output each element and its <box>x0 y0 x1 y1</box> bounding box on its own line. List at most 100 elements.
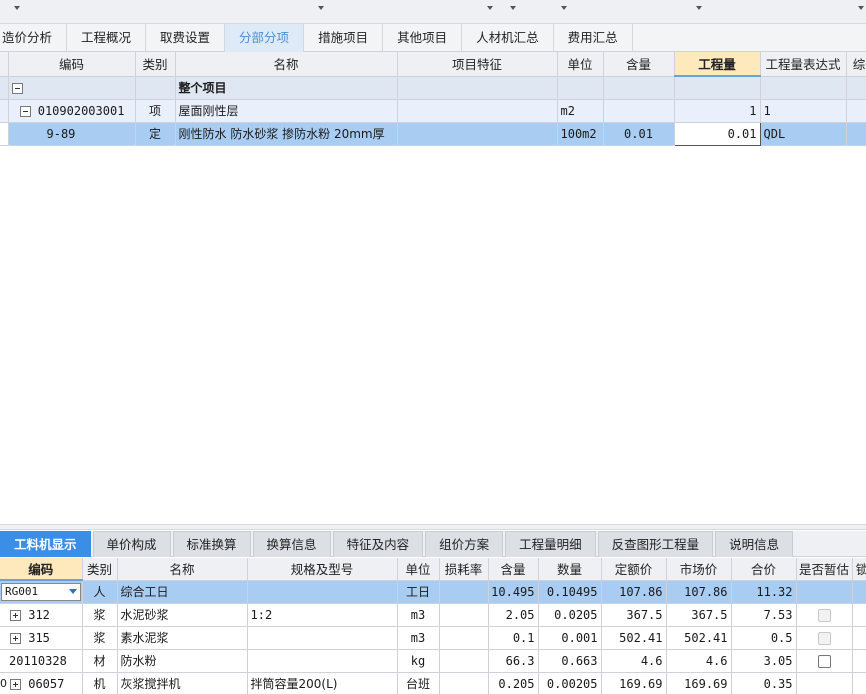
tab-labor-material-display[interactable]: 工料机显示 <box>0 531 91 557</box>
row-quantity-expr[interactable]: QDL <box>760 122 847 146</box>
header-type[interactable]: 类别 <box>135 52 176 77</box>
row-code[interactable]: 06057 <box>0 672 83 694</box>
header-type[interactable]: 类别 <box>82 558 118 581</box>
table-row[interactable]: RG001 人 综合工日 工日 10.495 0.10495 107.86 10… <box>0 580 866 604</box>
row-code[interactable]: 20110328 <box>0 649 83 673</box>
row-loss-rate[interactable] <box>439 603 489 627</box>
main-tab-bar: 造价分析 工程概况 取费设置 分部分项 措施项目 其他项目 人材机汇总 费用汇总 <box>0 24 866 52</box>
header-market-price[interactable]: 市场价 <box>666 558 732 581</box>
tab-sub-items[interactable]: 分部分项 <box>225 24 305 52</box>
row-content[interactable]: 0.205 <box>488 672 539 694</box>
expand-icon[interactable] <box>10 609 21 621</box>
chevron-down-icon[interactable] <box>561 6 567 10</box>
tab-other-items[interactable]: 其他项目 <box>383 24 463 52</box>
row-content[interactable]: 10.495 <box>488 580 539 604</box>
table-row[interactable]: 312 浆 水泥砂浆 1:2 m3 2.05 0.0205 367.5 367.… <box>0 603 866 627</box>
header-comprehensive[interactable]: 综 <box>846 52 866 77</box>
row-code[interactable]: 315 <box>0 626 83 650</box>
chevron-down-icon[interactable] <box>858 6 864 10</box>
header-feature[interactable]: 项目特征 <box>397 52 558 77</box>
collapse-icon[interactable] <box>11 82 23 94</box>
tab-features-content[interactable]: 特征及内容 <box>332 531 424 557</box>
row-content[interactable]: 66.3 <box>488 649 539 673</box>
row-spec[interactable] <box>247 580 398 604</box>
chevron-down-icon[interactable] <box>510 6 516 10</box>
row-code[interactable]: 9-89 <box>8 122 136 146</box>
header-name[interactable]: 名称 <box>175 52 398 77</box>
header-amount[interactable]: 数量 <box>538 558 602 581</box>
header-code[interactable]: 编码 <box>8 52 136 77</box>
quantity-input[interactable]: 0.01 <box>673 121 761 146</box>
row-code[interactable]: 010902003001 <box>8 99 136 123</box>
table-row[interactable]: 整个项目 <box>0 76 866 100</box>
row-name: 综合工日 <box>117 580 248 604</box>
row-content[interactable]: 2.05 <box>488 603 539 627</box>
row-loss-rate[interactable] <box>439 580 489 604</box>
row-spec[interactable]: 拌筒容量200(L) <box>247 672 398 694</box>
tab-conversion-info[interactable]: 换算信息 <box>252 531 331 557</box>
header-unit[interactable]: 单位 <box>397 558 440 581</box>
row-quantity[interactable]: 1 <box>674 99 761 123</box>
expand-icon[interactable] <box>10 678 21 690</box>
row-quota-price: 169.69 <box>601 672 667 694</box>
row-loss-rate[interactable] <box>439 649 489 673</box>
row-loss-rate[interactable] <box>439 626 489 650</box>
row-market-price[interactable]: 4.6 <box>666 649 732 673</box>
table-row[interactable]: 010902003001 项 屋面刚性层 m2 1 1 <box>0 99 866 123</box>
header-provisional[interactable]: 是否暂估 <box>796 558 853 581</box>
tab-fee-summary[interactable]: 费用汇总 <box>554 24 633 52</box>
header-cell <box>0 52 9 77</box>
tab-fee-settings[interactable]: 取费设置 <box>146 24 226 52</box>
header-loss-rate[interactable]: 损耗率 <box>439 558 489 581</box>
dropdown-arrow-icon[interactable] <box>68 589 77 595</box>
row-quantity-expr[interactable]: 1 <box>760 99 847 123</box>
row-content[interactable]: 0.1 <box>488 626 539 650</box>
collapse-toggle[interactable] <box>8 76 136 100</box>
row-feature[interactable] <box>397 122 558 146</box>
header-quantity[interactable]: 工程量 <box>674 52 761 77</box>
provisional-checkbox[interactable] <box>796 649 853 673</box>
panel-splitter[interactable] <box>0 524 866 530</box>
header-quota-price[interactable]: 定额价 <box>601 558 667 581</box>
chevron-down-icon[interactable] <box>318 6 324 10</box>
tab-reverse-graphic-quantity[interactable]: 反查图形工程量 <box>597 531 714 557</box>
code-dropdown[interactable]: RG001 <box>0 580 83 604</box>
row-market-price[interactable]: 107.86 <box>666 580 732 604</box>
chevron-down-icon[interactable] <box>487 6 493 10</box>
header-code[interactable]: 编码 <box>0 558 83 581</box>
header-total[interactable]: 合价 <box>731 558 797 581</box>
tab-cost-analysis[interactable]: 造价分析 <box>0 24 68 52</box>
header-spec[interactable]: 规格及型号 <box>247 558 398 581</box>
tab-labor-material-summary[interactable]: 人材机汇总 <box>462 24 554 52</box>
row-spec[interactable]: 1:2 <box>247 603 398 627</box>
header-content[interactable]: 含量 <box>603 52 675 77</box>
row-code[interactable]: 312 <box>0 603 83 627</box>
tab-unit-price-composition[interactable]: 单价构成 <box>92 531 171 557</box>
row-feature[interactable] <box>397 99 558 123</box>
table-row[interactable]: 20110328 材 防水粉 kg 66.3 0.663 4.6 4.6 3.0… <box>0 649 866 673</box>
tab-measures[interactable]: 措施项目 <box>304 24 384 52</box>
tab-description-info[interactable]: 说明信息 <box>715 531 794 557</box>
header-name[interactable]: 名称 <box>117 558 248 581</box>
table-row[interactable]: 9-89 定 刚性防水 防水砂浆 掺防水粉 20mm厚 100m2 0.01 0… <box>0 121 866 146</box>
row-market-price[interactable]: 367.5 <box>666 603 732 627</box>
row-market-price[interactable]: 169.69 <box>666 672 732 694</box>
header-quantity-expr[interactable]: 工程量表达式 <box>760 52 847 77</box>
tab-pricing-scheme[interactable]: 组价方案 <box>425 531 504 557</box>
collapse-icon[interactable] <box>19 105 31 117</box>
header-lock[interactable]: 锁 <box>852 558 866 581</box>
tab-quantity-detail[interactable]: 工程量明细 <box>505 531 596 557</box>
chevron-down-icon[interactable] <box>696 6 702 10</box>
row-market-price[interactable]: 502.41 <box>666 626 732 650</box>
table-row[interactable]: 06057 机 灰浆搅拌机 拌筒容量200(L) 台班 0.205 0.0020… <box>0 672 866 694</box>
chevron-down-icon[interactable] <box>14 6 20 10</box>
tab-project-overview[interactable]: 工程概况 <box>67 24 147 52</box>
row-spec[interactable] <box>247 649 398 673</box>
header-unit[interactable]: 单位 <box>557 52 604 77</box>
header-content[interactable]: 含量 <box>488 558 539 581</box>
tab-standard-conversion[interactable]: 标准换算 <box>172 531 251 557</box>
row-spec[interactable] <box>247 626 398 650</box>
table-row[interactable]: 315 浆 素水泥浆 m3 0.1 0.001 502.41 502.41 0.… <box>0 626 866 650</box>
row-loss-rate[interactable] <box>439 672 489 694</box>
expand-icon[interactable] <box>10 632 21 644</box>
